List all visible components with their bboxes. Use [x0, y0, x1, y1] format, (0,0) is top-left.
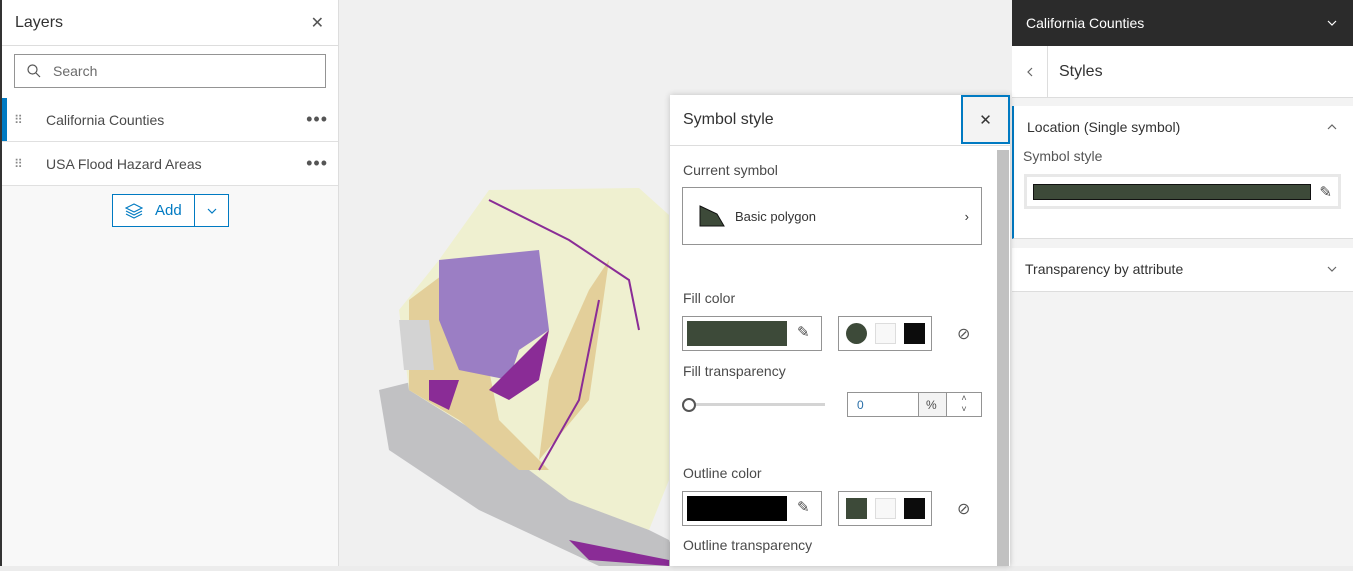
no-color-icon[interactable]: ⊘	[957, 324, 970, 344]
styles-panel: California Counties Styles Location (Sin…	[1012, 0, 1353, 566]
chevron-left-icon	[1026, 67, 1032, 76]
outline-color-label: Outline color	[683, 465, 762, 481]
layers-title: Layers	[15, 13, 64, 31]
close-icon[interactable]: ✕	[311, 13, 324, 33]
current-symbol-label: Current symbol	[683, 162, 778, 178]
add-layer-group: Add	[112, 194, 229, 227]
transparency-section[interactable]: Transparency by attribute	[1012, 248, 1353, 292]
outline-recent-colors	[838, 491, 932, 526]
search-placeholder: Search	[53, 63, 98, 79]
unit-label: %	[919, 393, 947, 416]
symbol-preview	[1033, 183, 1312, 200]
chevron-down-icon[interactable]	[195, 195, 228, 226]
swatch-selected[interactable]	[846, 323, 867, 344]
layers-panel: Layers ✕ Search ⠿ California Counties ••…	[0, 0, 339, 566]
fill-recent-colors	[838, 316, 932, 351]
chevron-down-icon	[1327, 266, 1337, 272]
layer-header[interactable]: California Counties	[1012, 0, 1353, 46]
add-label: Add	[155, 202, 182, 219]
more-options-icon[interactable]: •••	[306, 153, 328, 174]
fill-transparency-slider[interactable]	[688, 403, 825, 406]
transparency-value: 0	[848, 393, 919, 416]
swatch-black[interactable]	[904, 498, 925, 519]
polygon-icon	[699, 205, 725, 227]
fill-color-picker[interactable]: ✎	[682, 316, 822, 351]
layer-label: California Counties	[46, 111, 165, 128]
panel-subtitle: Styles	[1059, 62, 1103, 80]
swatch-white[interactable]	[875, 323, 896, 344]
search-input[interactable]: Search	[14, 54, 326, 88]
swatch-black[interactable]	[904, 323, 925, 344]
add-button[interactable]: Add	[113, 195, 195, 226]
layer-title: California Counties	[1026, 15, 1145, 31]
chevron-down-icon[interactable]	[1327, 20, 1337, 26]
current-symbol-button[interactable]: Basic polygon ›	[682, 187, 982, 245]
layers-header: Layers ✕	[2, 0, 338, 46]
layer-item-flood-hazard[interactable]: ⠿ USA Flood Hazard Areas •••	[2, 142, 338, 186]
section-title: Location (Single symbol)	[1027, 119, 1181, 135]
scrollbar[interactable]	[997, 150, 1009, 566]
fill-transparency-label: Fill transparency	[683, 363, 786, 379]
layers-icon	[125, 202, 143, 219]
outline-color-picker[interactable]: ✎	[682, 491, 822, 526]
symbol-style-label: Symbol style	[1023, 148, 1103, 164]
swatch-white[interactable]	[875, 498, 896, 519]
symbol-style-button[interactable]: ✎	[1024, 174, 1341, 209]
slider-thumb[interactable]	[682, 398, 696, 412]
layer-item-california-counties[interactable]: ⠿ California Counties •••	[2, 98, 338, 142]
current-symbol-name: Basic polygon	[735, 208, 816, 224]
drag-handle-icon[interactable]: ⠿	[14, 158, 24, 170]
symbol-style-dialog: Symbol style ✕ Current symbol Basic poly…	[670, 95, 1010, 566]
location-section-header[interactable]: Location (Single symbol)	[1014, 106, 1353, 148]
fill-color-swatch	[687, 321, 787, 346]
no-color-icon[interactable]: ⊘	[957, 499, 970, 519]
dialog-title: Symbol style	[670, 95, 1010, 146]
fill-color-label: Fill color	[683, 290, 736, 306]
pencil-icon: ✎	[797, 324, 810, 341]
section-title: Transparency by attribute	[1025, 261, 1184, 277]
back-button[interactable]	[1012, 46, 1048, 97]
swatch-green[interactable]	[846, 498, 867, 519]
chevron-up-icon	[1327, 124, 1337, 130]
stepper-icon[interactable]: ˄ ˅	[947, 393, 981, 416]
close-button[interactable]: ✕	[961, 95, 1010, 144]
pencil-icon: ✎	[797, 499, 810, 516]
outline-transparency-label: Outline transparency	[683, 537, 813, 553]
drag-handle-icon[interactable]: ⠿	[14, 114, 24, 126]
more-options-icon[interactable]: •••	[306, 109, 328, 130]
pencil-icon: ✎	[1319, 183, 1332, 201]
layer-label: USA Flood Hazard Areas	[46, 155, 202, 172]
flood-zone	[399, 320, 434, 370]
chevron-right-icon: ›	[964, 208, 969, 224]
location-section: Location (Single symbol) Symbol style ✎	[1012, 106, 1353, 239]
outline-color-swatch	[687, 496, 787, 521]
search-icon	[27, 64, 41, 78]
fill-transparency-input[interactable]: 0 % ˄ ˅	[847, 392, 982, 417]
